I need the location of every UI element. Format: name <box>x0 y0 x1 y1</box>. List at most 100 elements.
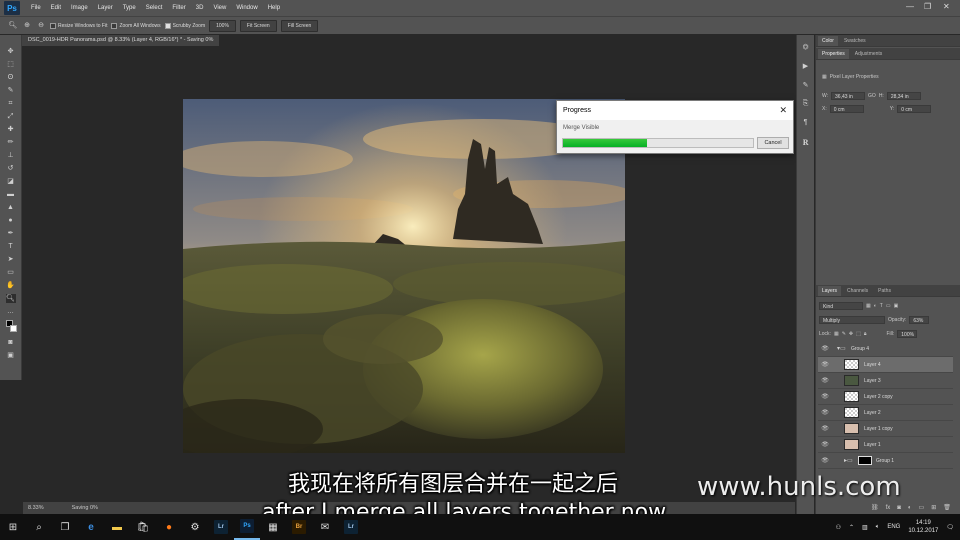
tab-color[interactable]: Color <box>818 35 838 46</box>
kind-filter-select[interactable]: Kind <box>819 302 863 310</box>
menu-layer[interactable]: Layer <box>93 5 118 11</box>
document-tab[interactable]: DSC_0019-HDR Panorama.psd @ 8.33% (Layer… <box>22 35 220 46</box>
blur-tool-icon[interactable]: ▲ <box>6 203 16 212</box>
menu-image[interactable]: Image <box>66 5 93 11</box>
lock-pixels-icon[interactable]: ▦ <box>834 331 839 337</box>
new-layer-icon[interactable]: ⊞ <box>931 504 936 511</box>
restore-icon[interactable]: ❐ <box>924 2 931 11</box>
minimize-icon[interactable]: — <box>906 2 914 11</box>
quick-mask-icon[interactable]: ◙ <box>6 338 16 347</box>
zoom-100-button[interactable]: 100% <box>209 19 236 32</box>
clone-source-icon[interactable]: ⎘ <box>801 100 811 110</box>
tab-swatches[interactable]: Swatches <box>840 36 870 46</box>
lock-all-icon[interactable]: 🔒︎ <box>864 331 867 337</box>
clock[interactable]: 14:19 10.12.2017 <box>908 519 938 535</box>
menu-file[interactable]: File <box>26 5 46 11</box>
zoom-all-windows-checkbox[interactable]: Zoom All Windows <box>111 22 161 29</box>
trash-icon[interactable]: 🗑︎ <box>943 504 951 511</box>
lock-paint-icon[interactable]: ✎ <box>842 331 846 337</box>
path-select-icon[interactable]: ➤ <box>6 255 16 264</box>
network-icon[interactable]: ▥ <box>862 524 868 531</box>
close-icon[interactable]: ✕ <box>943 2 950 11</box>
language-indicator[interactable]: ENG <box>887 524 900 530</box>
type-tool-icon[interactable]: T <box>6 242 16 251</box>
settings-gear-icon[interactable]: ⚙ <box>182 514 208 540</box>
healing-tool-icon[interactable]: ✚ <box>6 125 16 134</box>
link-icon[interactable]: GO <box>868 93 876 99</box>
brush-tool-icon[interactable]: ✏ <box>6 138 16 147</box>
marquee-tool-icon[interactable]: ⬚ <box>6 60 16 69</box>
add-mask-icon[interactable]: ◙ <box>897 505 901 511</box>
history-brush-icon[interactable]: ↺ <box>6 164 16 173</box>
new-group-icon[interactable]: ▭ <box>919 504 925 511</box>
menu-help[interactable]: Help <box>263 5 285 11</box>
notifications-icon[interactable]: 🗨︎ <box>946 524 954 531</box>
pen-tool-icon[interactable]: ✒ <box>6 229 16 238</box>
bridge-app-icon[interactable]: Br <box>286 514 312 540</box>
task-view-icon[interactable]: ❐ <box>52 514 78 540</box>
history-icon[interactable]: ⏣ <box>801 43 811 53</box>
layer-row-group-1[interactable]: 👁︎ ▸▭ Group 1 <box>818 453 953 469</box>
people-icon[interactable]: ⚇ <box>836 524 841 531</box>
y-field[interactable]: 0 cm <box>897 105 932 113</box>
menu-filter[interactable]: Filter <box>167 5 190 11</box>
photoshop-app-icon[interactable]: Ps <box>234 514 260 540</box>
lock-move-icon[interactable]: ✥ <box>849 331 853 337</box>
filter-pixel-icon[interactable]: ▦ <box>866 303 871 309</box>
move-tool-icon[interactable]: ✥ <box>6 47 16 56</box>
blend-mode-select[interactable]: Multiply <box>819 316 885 324</box>
layer-row-layer-2-copy[interactable]: 👁︎ Layer 2 copy <box>818 389 953 405</box>
windows-start-icon[interactable]: ⊞ <box>0 514 26 540</box>
mail-icon[interactable]: ✉ <box>312 514 338 540</box>
eye-icon[interactable]: 👁︎ <box>818 425 832 432</box>
crop-tool-icon[interactable]: ⌗ <box>6 99 16 108</box>
play-actions-icon[interactable]: ▶ <box>801 62 811 72</box>
resize-windows-checkbox[interactable]: Resize Windows to Fit <box>50 22 107 29</box>
lasso-tool-icon[interactable]: ʘ <box>6 73 16 82</box>
menu-3d[interactable]: 3D <box>191 5 209 11</box>
close-icon[interactable]: ✕ <box>779 105 787 116</box>
filter-adjust-icon[interactable]: ◐ <box>874 303 877 309</box>
quick-select-tool-icon[interactable]: ✎ <box>6 86 16 95</box>
eye-icon[interactable]: 👁︎ <box>818 441 832 448</box>
layer-row-layer-3[interactable]: 👁︎ Layer 3 <box>818 373 953 389</box>
eye-icon[interactable]: 👁︎ <box>818 393 832 400</box>
eye-icon[interactable]: 👁︎ <box>818 377 832 384</box>
lock-artboard-icon[interactable]: ⬚ <box>856 331 861 337</box>
search-icon[interactable]: ⌕ <box>26 514 52 540</box>
shape-tool-icon[interactable]: ▭ <box>6 268 16 277</box>
x-field[interactable]: 0 cm <box>829 105 864 113</box>
color-swatches-icon[interactable] <box>5 320 17 334</box>
menu-view[interactable]: View <box>208 5 231 11</box>
eyedropper-tool-icon[interactable]: ⤢ <box>6 112 16 121</box>
zoom-level[interactable]: 8.33% <box>28 505 44 511</box>
fill-screen-button[interactable]: Fill Screen <box>280 19 319 32</box>
width-field[interactable]: 36,43 in <box>831 92 866 100</box>
zoom-in-icon[interactable]: ⊕ <box>22 21 32 30</box>
hand-tool-icon[interactable]: ✋ <box>6 281 16 290</box>
layer-row-layer-1-copy[interactable]: 👁︎ Layer 1 copy <box>818 421 953 437</box>
layer-row-layer-2[interactable]: 👁︎ Layer 2 <box>818 405 953 421</box>
retouch-plugin-icon[interactable]: R <box>801 138 811 148</box>
stamp-tool-icon[interactable]: ⊥ <box>6 151 16 160</box>
layer-row-group-4[interactable]: 👁︎ ▾▭ Group 4 <box>818 341 953 357</box>
tab-properties[interactable]: Properties <box>818 48 849 59</box>
cancel-button[interactable]: Cancel <box>757 137 789 149</box>
dodge-tool-icon[interactable]: ● <box>6 216 16 225</box>
tab-paths[interactable]: Paths <box>874 286 895 296</box>
tab-channels[interactable]: Channels <box>843 286 872 296</box>
edge-browser-icon[interactable]: e <box>78 514 104 540</box>
volume-icon[interactable]: 🔈︎ <box>876 524 880 531</box>
scrubby-zoom-checkbox[interactable]: Scrubby Zoom <box>164 22 205 29</box>
menu-type[interactable]: Type <box>118 5 141 11</box>
lightroom-app-icon-2[interactable]: Lr <box>338 514 364 540</box>
eraser-tool-icon[interactable]: ◪ <box>6 177 16 186</box>
fx-icon[interactable]: fx <box>886 505 891 511</box>
lightroom-app-icon[interactable]: Lr <box>208 514 234 540</box>
eye-icon[interactable]: 👁︎ <box>818 457 832 464</box>
screen-mode-icon[interactable]: ▣ <box>6 351 16 360</box>
zoom-tool-icon[interactable]: 🔍︎ <box>8 21 18 30</box>
eye-icon[interactable]: 👁︎ <box>818 345 832 352</box>
gradient-tool-icon[interactable]: ▬ <box>6 190 16 199</box>
file-explorer-icon[interactable]: ▬ <box>104 514 130 540</box>
